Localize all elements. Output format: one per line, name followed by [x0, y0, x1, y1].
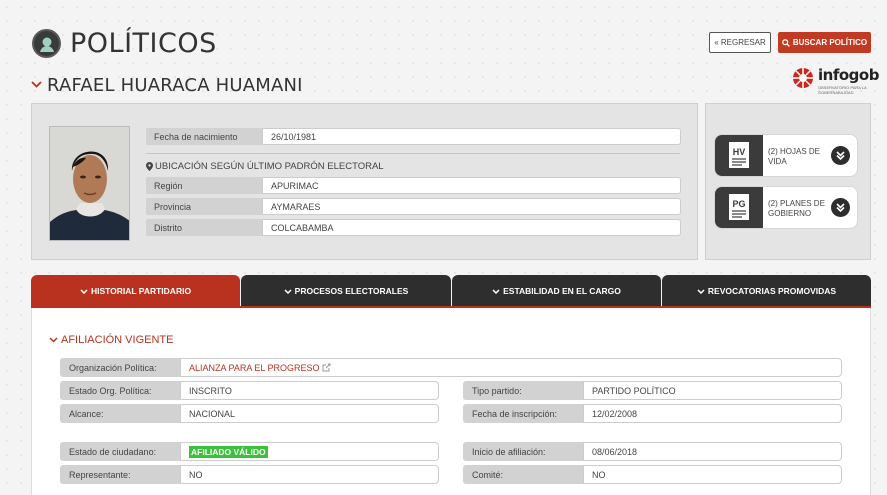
region-label: Región: [146, 177, 262, 194]
committee-row: Comité: NO: [463, 465, 842, 484]
svg-text:HV: HV: [733, 147, 746, 157]
resume-card-label: (2) HOJAS DE VIDA: [768, 147, 821, 166]
chevron-down-icon[interactable]: [31, 81, 42, 88]
tab-electoral-processes[interactable]: PROCESOS ELECTORALES: [241, 275, 451, 307]
status-badge: AFILIADO VÁLIDO: [189, 445, 268, 458]
chevron-down-icon: [284, 288, 292, 294]
committee-value: NO: [583, 465, 842, 484]
birth-date-value: 26/10/1981: [262, 128, 681, 145]
birth-date-row: Fecha de nacimiento 26/10/1981: [146, 128, 681, 145]
chevron-down-icon: [49, 337, 58, 343]
region-row: Región APURIMAC: [146, 177, 681, 194]
tab-revocations-label: REVOCATORIAS PROMOVIDAS: [707, 286, 837, 296]
divider: [146, 153, 680, 154]
representative-label: Representante:: [60, 465, 180, 484]
org-value[interactable]: ALIANZA PARA EL PROGRESO: [180, 358, 842, 377]
tab-revocations[interactable]: REVOCATORIAS PROMOVIDAS: [662, 275, 871, 307]
birth-date-label: Fecha de nacimiento: [146, 128, 262, 145]
aff-start-row: Inicio de afiliación: 08/06/2018: [463, 442, 842, 461]
infogob-logo[interactable]: infogob OBSERVATORIO PARA LA GOBERNABILI…: [792, 66, 879, 96]
province-value: AYMARAES: [262, 198, 681, 215]
tab-electoral-processes-label: PROCESOS ELECTORALES: [294, 286, 409, 296]
representative-row: Representante: NO: [60, 465, 439, 484]
scope-row: Alcance: NACIONAL: [60, 404, 439, 423]
tab-party-history[interactable]: HISTORIAL PARTIDARIO: [31, 275, 240, 307]
person-name: RAFAEL HUARACA HUAMANI: [47, 75, 303, 96]
map-pin-icon: [146, 162, 153, 171]
section-affiliation-title: AFILIACIÓN VIGENTE: [61, 334, 174, 346]
tab-party-history-label: HISTORIAL PARTIDARIO: [90, 286, 192, 296]
search-button-label: BUSCAR POLÍTICO: [792, 38, 868, 47]
location-heading: UBICACIÓN SEGÚN ÚLTIMO PADRÓN ELECTORAL: [146, 161, 384, 172]
org-state-label: Estado Org. Política:: [60, 381, 180, 400]
chevron-down-icon: [80, 288, 88, 294]
infogob-logo-icon: [793, 68, 813, 88]
citizen-state-row: Estado de ciudadano: AFILIADO VÁLIDO: [60, 442, 439, 461]
chevron-down-icon: [697, 288, 705, 294]
government-plans-label: (2) PLANES DE GOBIERNO: [768, 199, 825, 218]
representative-value: NO: [180, 465, 439, 484]
tab-stability-label: ESTABILIDAD EN EL CARGO: [503, 286, 621, 296]
reg-date-label: Fecha de inscripción:: [463, 404, 583, 423]
resume-card[interactable]: HV (2) HOJAS DE VIDA: [714, 134, 858, 177]
citizen-state-label: Estado de ciudadano:: [60, 442, 180, 461]
infogob-brand: infogob: [818, 66, 879, 84]
resume-doc-icon: HV: [715, 135, 763, 176]
org-row: Organización Política: ALIANZA PARA EL P…: [60, 358, 842, 377]
chevron-down-icon: [492, 288, 500, 294]
district-value: COLCABAMBA: [262, 219, 681, 236]
page-title: POLÍTICOS: [70, 28, 217, 59]
plan-doc-icon: PG: [715, 187, 763, 228]
org-link[interactable]: ALIANZA PARA EL PROGRESO: [189, 363, 320, 373]
region-value: APURIMAC: [262, 177, 681, 194]
org-state-row: Estado Org. Política: INSCRITO: [60, 381, 439, 400]
party-type-label: Tipo partido:: [463, 381, 583, 400]
reg-date-row: Fecha de inscripción: 12/02/2008: [463, 404, 842, 423]
chevron-down-circle-icon[interactable]: [831, 146, 850, 165]
government-plans-card[interactable]: PG (2) PLANES DE GOBIERNO: [714, 186, 858, 229]
chevron-down-circle-icon[interactable]: [831, 198, 850, 217]
search-politician-button[interactable]: BUSCAR POLÍTICO: [778, 32, 871, 53]
person-photo: [49, 126, 130, 241]
province-label: Provincia: [146, 198, 262, 215]
party-type-row: Tipo partido: PARTIDO POLÍTICO: [463, 381, 842, 400]
scope-value: NACIONAL: [180, 404, 439, 423]
documents-panel: [705, 103, 871, 260]
reg-date-value: 12/02/2008: [583, 404, 842, 423]
province-row: Provincia AYMARAES: [146, 198, 681, 215]
infogob-tagline: OBSERVATORIO PARA LA GOBERNABILIDAD: [818, 85, 867, 95]
external-link-icon[interactable]: [322, 363, 331, 372]
committee-label: Comité:: [463, 465, 583, 484]
svg-text:PG: PG: [732, 199, 745, 209]
party-type-value: PARTIDO POLÍTICO: [583, 381, 842, 400]
aff-start-label: Inicio de afiliación:: [463, 442, 583, 461]
tab-stability[interactable]: ESTABILIDAD EN EL CARGO: [452, 275, 661, 307]
citizen-state-value: AFILIADO VÁLIDO: [180, 442, 439, 461]
district-row: Distrito COLCABAMBA: [146, 219, 681, 236]
org-label: Organización Política:: [60, 358, 180, 377]
back-button[interactable]: « REGRESAR: [709, 32, 771, 53]
district-label: Distrito: [146, 219, 262, 236]
org-state-value: INSCRITO: [180, 381, 439, 400]
scope-label: Alcance:: [60, 404, 180, 423]
search-icon: [782, 38, 790, 47]
section-affiliation[interactable]: AFILIACIÓN VIGENTE: [49, 334, 173, 346]
aff-start-value: 08/06/2018: [583, 442, 842, 461]
location-heading-text: UBICACIÓN SEGÚN ÚLTIMO PADRÓN ELECTORAL: [155, 161, 384, 172]
politicos-logo-icon: [32, 29, 61, 58]
